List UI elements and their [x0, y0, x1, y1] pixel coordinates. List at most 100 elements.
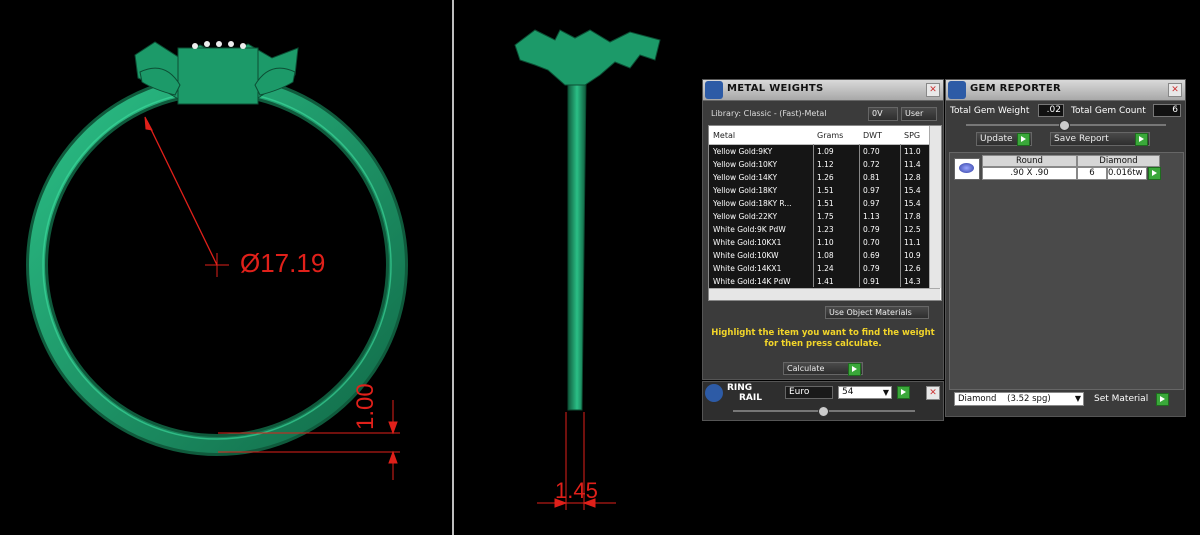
metal-row[interactable]: Yellow Gold:18KY 1.51 0.97 15.4 [709, 184, 929, 198]
metal-grams: 1.08 [817, 251, 834, 260]
gem-row-go-icon[interactable] [1148, 167, 1161, 180]
col-dwt[interactable]: DWT [863, 131, 882, 140]
metal-dwt: 0.79 [863, 225, 880, 234]
metal-dwt: 0.97 [863, 186, 880, 195]
set-material-go-icon[interactable] [1156, 393, 1169, 406]
width-label: 1.45 [555, 478, 598, 503]
col-spg[interactable]: SPG [904, 131, 920, 140]
ring-rail-go-icon[interactable] [897, 386, 910, 399]
gem-slider-knob[interactable] [1059, 120, 1070, 131]
metal-weights-titlebar[interactable]: METAL WEIGHTS ✕ [703, 80, 943, 101]
metal-name: Yellow Gold:9KY [713, 147, 773, 156]
toggle-user-label: User [905, 109, 924, 118]
toggle-0v-label: 0V [872, 109, 883, 118]
instruction-line-1: Highlight the item you want to find the … [711, 328, 935, 338]
metal-name: Yellow Gold:10KY [713, 160, 778, 169]
metal-dwt: 0.97 [863, 199, 880, 208]
use-object-materials-button[interactable]: Use Object Materials [825, 306, 929, 319]
gem-count: 6 [1077, 167, 1107, 180]
save-report-button[interactable]: Save Report [1050, 132, 1150, 146]
metal-row[interactable]: Yellow Gold:14KY 1.26 0.81 12.8 [709, 171, 929, 185]
metal-row[interactable]: White Gold:10KW 1.08 0.69 10.9 [709, 249, 929, 263]
metal-spg: 11.0 [904, 147, 921, 156]
update-go-icon [1017, 133, 1030, 146]
metal-name: White Gold:9K PdW [713, 225, 786, 234]
gem-reporter-logo-icon [948, 81, 966, 99]
ring-size-value: 54 [842, 387, 854, 397]
metal-grams: 1.24 [817, 264, 834, 273]
gem-reporter-panel: GEM REPORTER ✕ Total Gem Weight .02 Tota… [945, 79, 1186, 417]
metal-table[interactable]: Metal Grams DWT SPG Yellow Gold:9KY 1.09 0… [708, 125, 942, 301]
vertical-scrollbar[interactable] [929, 126, 941, 288]
metal-name: Yellow Gold:14KY [713, 173, 778, 182]
metal-spg: 14.3 [904, 277, 921, 286]
metal-spg: 12.8 [904, 173, 921, 182]
metal-row[interactable]: Yellow Gold:22KY 1.75 1.13 17.8 [709, 210, 929, 224]
update-label: Update [980, 134, 1013, 144]
metal-weights-logo-icon [705, 81, 723, 99]
metal-name: White Gold:14KX1 [713, 264, 782, 273]
close-icon[interactable]: ✕ [926, 83, 940, 97]
gem-list[interactable]: Round Diamond .90 X .90 6 0.016tw [949, 152, 1184, 390]
gem-reporter-title: GEM REPORTER [970, 83, 1062, 94]
material-select-value: Diamond (3.52 spg) [958, 394, 1051, 404]
metal-row[interactable]: Yellow Gold:10KY 1.12 0.72 11.4 [709, 158, 929, 172]
metal-row[interactable]: Yellow Gold:9KY 1.09 0.70 11.0 [709, 145, 929, 159]
metal-dwt: 0.72 [863, 160, 880, 169]
gem-close-icon[interactable]: ✕ [1168, 83, 1182, 97]
metal-weights-title: METAL WEIGHTS [727, 83, 824, 94]
metal-grams: 1.10 [817, 238, 834, 247]
gem-shape: Round [982, 155, 1077, 167]
ring-rail-title-2: RAIL [739, 393, 762, 403]
metal-grams: 1.75 [817, 212, 834, 221]
metal-spg: 12.5 [904, 225, 921, 234]
metal-row[interactable]: White Gold:10KX1 1.10 0.70 11.1 [709, 236, 929, 250]
metal-row[interactable]: White Gold:14K PdW 1.41 0.91 14.3 [709, 275, 929, 289]
metal-dwt: 0.91 [863, 277, 880, 286]
col-metal[interactable]: Metal [713, 131, 735, 140]
metal-name: White Gold:10KX1 [713, 238, 782, 247]
metal-dwt: 0.69 [863, 251, 880, 260]
metal-grams: 1.23 [817, 225, 834, 234]
instruction-line-2: for then press calculate. [764, 339, 882, 349]
metal-name: Yellow Gold:18KY [713, 186, 778, 195]
toggle-user[interactable]: User [901, 107, 937, 121]
ring-rail-slider-knob[interactable] [818, 406, 829, 417]
ring-size-select[interactable]: 54 ▼ [838, 386, 892, 399]
metal-name: Yellow Gold:22KY [713, 212, 778, 221]
metal-spg: 12.6 [904, 264, 921, 273]
col-grams[interactable]: Grams [817, 131, 843, 140]
material-chevron-down-icon: ▼ [1074, 394, 1081, 403]
metal-name: Yellow Gold:18KY R... [713, 199, 792, 208]
gem-material: Diamond [1077, 155, 1160, 167]
total-gem-weight-value: .02 [1038, 104, 1064, 117]
gem-size: .90 X .90 [982, 167, 1077, 180]
metal-row[interactable]: White Gold:9K PdW 1.23 0.79 12.5 [709, 223, 929, 237]
play-icon [848, 363, 861, 376]
metal-grams: 1.41 [817, 277, 834, 286]
metal-grams: 1.12 [817, 160, 834, 169]
toggle-0v[interactable]: 0V [868, 107, 898, 121]
metal-row[interactable]: Yellow Gold:18KY R... 1.51 0.97 15.4 [709, 197, 929, 211]
update-button[interactable]: Update [976, 132, 1032, 146]
ring-standard-field[interactable]: Euro [785, 386, 833, 399]
library-label: Library: Classic - (Fast)-Metal [711, 109, 827, 118]
material-select[interactable]: Diamond (3.52 spg) ▼ [954, 392, 1084, 406]
save-report-label: Save Report [1054, 134, 1109, 144]
metal-name: White Gold:10KW [713, 251, 779, 260]
total-gem-weight-label: Total Gem Weight [950, 106, 1030, 116]
horizontal-scrollbar[interactable] [709, 288, 940, 300]
metal-grams: 1.09 [817, 147, 834, 156]
gem-row[interactable]: Round Diamond .90 X .90 6 0.016tw [952, 155, 1162, 181]
ring-rail-close-icon[interactable]: ✕ [926, 386, 940, 400]
metal-name: White Gold:14K PdW [713, 277, 791, 286]
ring-rail-panel: RING RAIL Euro 54 ▼ ✕ [702, 381, 944, 421]
calculate-button[interactable]: Calculate [783, 362, 863, 376]
metal-grams: 1.51 [817, 199, 834, 208]
metal-dwt: 1.13 [863, 212, 880, 221]
metal-row[interactable]: White Gold:14KX1 1.24 0.79 12.6 [709, 262, 929, 276]
metal-dwt: 0.81 [863, 173, 880, 182]
calculate-label: Calculate [787, 364, 825, 373]
gem-reporter-titlebar[interactable]: GEM REPORTER ✕ [946, 80, 1185, 101]
set-material-label[interactable]: Set Material [1094, 394, 1148, 404]
